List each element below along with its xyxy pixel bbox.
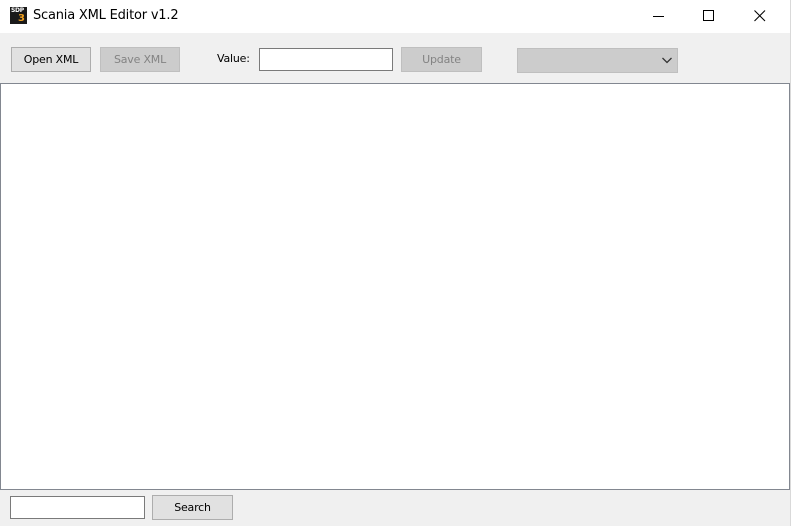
maximize-button[interactable] <box>686 0 732 33</box>
title-bar[interactable]: SDP 3 Scania XML Editor v1.2 <box>0 0 790 33</box>
close-icon <box>754 10 766 22</box>
update-button[interactable]: Update <box>401 47 482 72</box>
bottom-bar: Search <box>0 490 790 526</box>
search-input[interactable] <box>10 496 145 519</box>
node-select-dropdown[interactable] <box>517 48 678 73</box>
window-title: Scania XML Editor v1.2 <box>33 8 179 23</box>
maximize-icon <box>703 10 714 21</box>
toolbar: Open XML Save XML Value: Update <box>0 38 790 82</box>
search-button[interactable]: Search <box>152 495 233 520</box>
close-button[interactable] <box>737 0 783 33</box>
open-xml-button[interactable]: Open XML <box>11 47 91 72</box>
sdp3-app-icon: SDP 3 <box>10 7 27 24</box>
value-input[interactable] <box>259 48 393 71</box>
save-xml-button[interactable]: Save XML <box>100 47 180 72</box>
minimize-icon <box>653 16 664 17</box>
xml-tree-view[interactable] <box>0 83 790 490</box>
app-icon-bottom-text: 3 <box>18 13 25 24</box>
value-label: Value: <box>217 52 250 65</box>
minimize-button[interactable] <box>636 0 682 33</box>
chevron-down-icon <box>662 57 672 64</box>
app-window: SDP 3 Scania XML Editor v1.2 Open XML Sa… <box>0 0 791 526</box>
